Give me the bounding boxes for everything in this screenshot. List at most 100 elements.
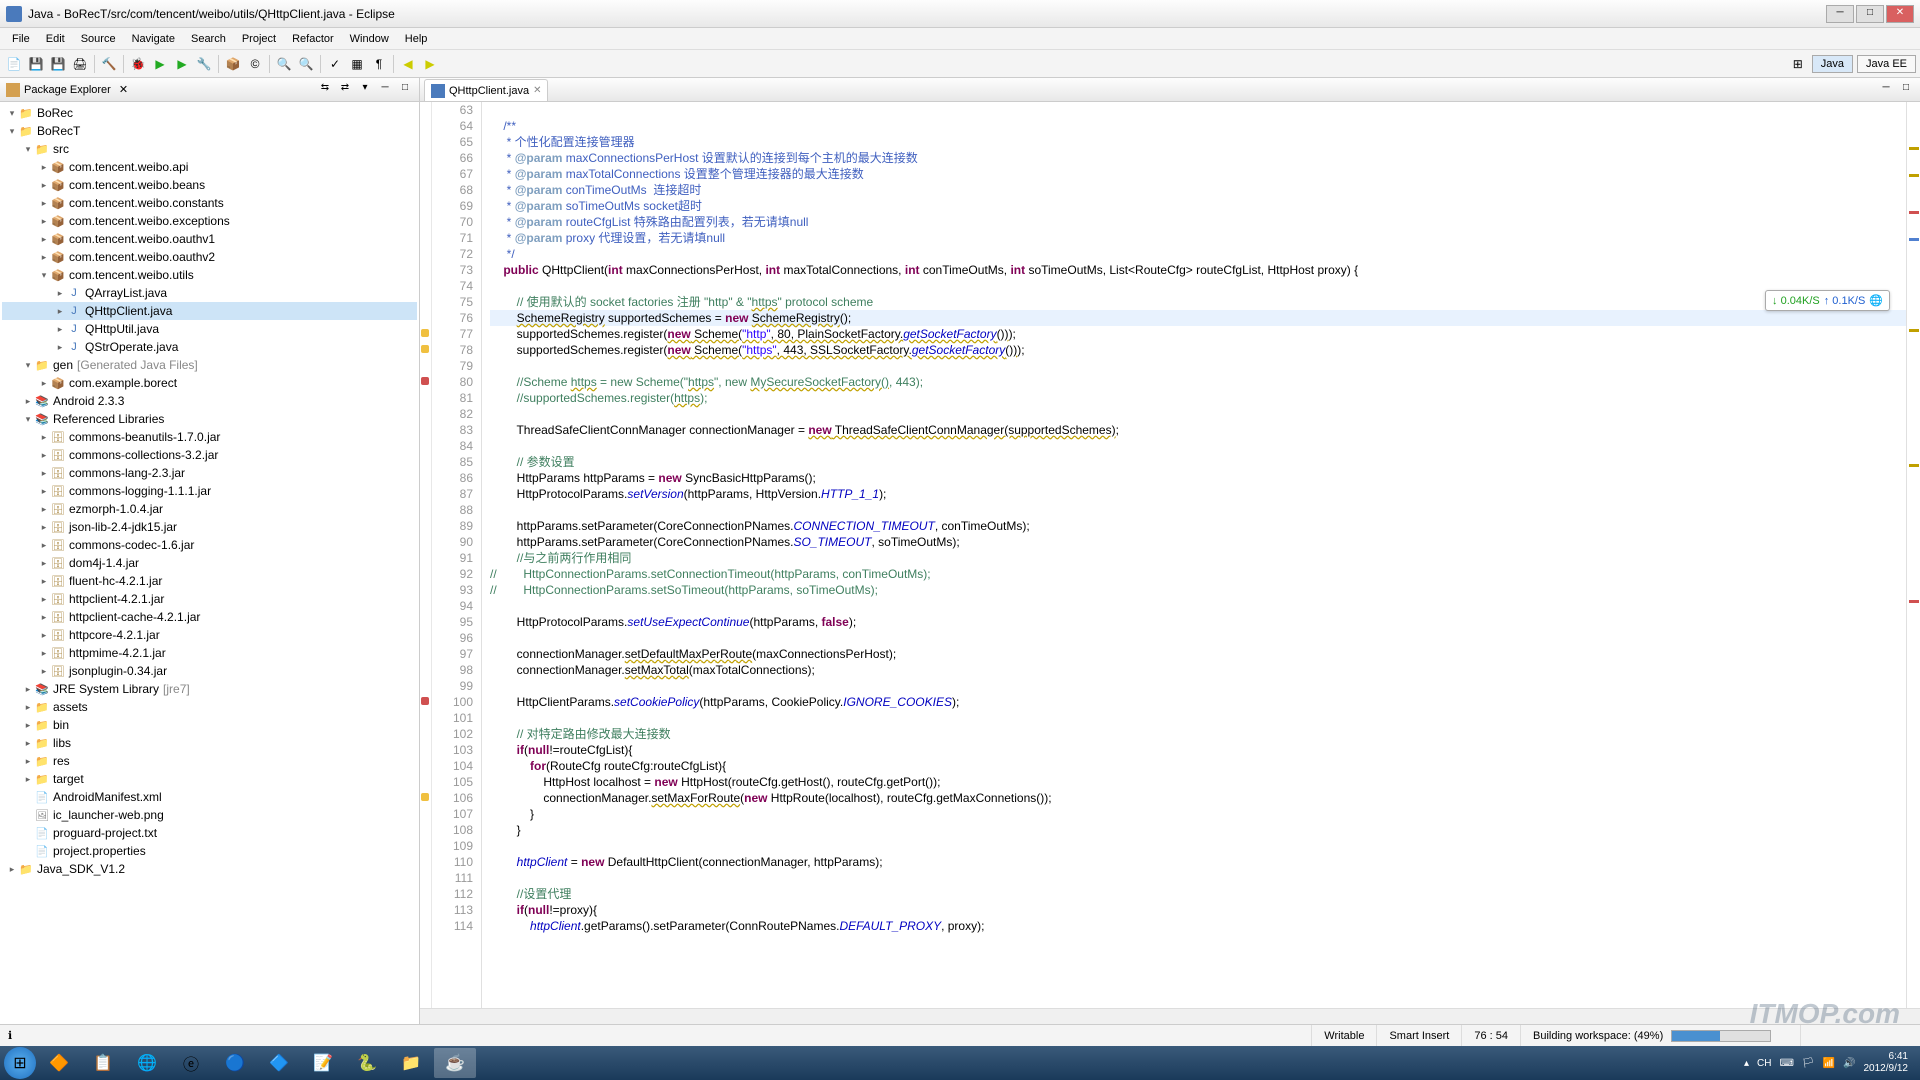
- run-last-button[interactable]: ▶: [172, 54, 192, 74]
- print-button[interactable]: 🖨: [70, 54, 90, 74]
- tree-item[interactable]: ▸🗄httpmime-4.2.1.jar: [2, 644, 417, 662]
- tree-item[interactable]: ▸📁Java_SDK_V1.2: [2, 860, 417, 878]
- tree-item[interactable]: ▸📁assets: [2, 698, 417, 716]
- tree-item[interactable]: ▸🗄httpclient-4.2.1.jar: [2, 590, 417, 608]
- tree-item[interactable]: ▸🗄ezmorph-1.0.4.jar: [2, 500, 417, 518]
- tray-volume-icon[interactable]: 🔊: [1843, 1058, 1855, 1069]
- menu-edit[interactable]: Edit: [38, 31, 73, 47]
- tree-item[interactable]: ▸🗄commons-codec-1.6.jar: [2, 536, 417, 554]
- tree-item[interactable]: 🖼ic_launcher-web.png: [2, 806, 417, 824]
- forward-button[interactable]: ▶: [420, 54, 440, 74]
- tray-keyboard-icon[interactable]: ⌨: [1779, 1058, 1793, 1069]
- menu-search[interactable]: Search: [183, 31, 234, 47]
- network-monitor-widget[interactable]: ↓ 0.04K/S ↑ 0.1K/S 🌐: [1765, 290, 1890, 311]
- tray-show-hidden-icon[interactable]: ▴: [1744, 1058, 1749, 1069]
- minimize-button[interactable]: ─: [1826, 5, 1854, 23]
- external-tools-button[interactable]: 🔧: [194, 54, 214, 74]
- editor-minimize-button[interactable]: ─: [1878, 82, 1894, 98]
- maximize-view-button[interactable]: □: [397, 82, 413, 98]
- tree-item[interactable]: ▸🗄jsonplugin-0.34.jar: [2, 662, 417, 680]
- open-perspective-button[interactable]: ⊞: [1788, 54, 1808, 74]
- code-editor[interactable]: 6364656667686970717273747576777879808182…: [420, 102, 1920, 1008]
- tree-item[interactable]: ▸JQHttpUtil.java: [2, 320, 417, 338]
- back-button[interactable]: ◀: [398, 54, 418, 74]
- save-button[interactable]: 💾: [26, 54, 46, 74]
- save-all-button[interactable]: 💾: [48, 54, 68, 74]
- tree-item[interactable]: ▸🗄httpcore-4.2.1.jar: [2, 626, 417, 644]
- start-button[interactable]: ⊞: [4, 1047, 36, 1079]
- horizontal-scrollbar[interactable]: [420, 1008, 1920, 1024]
- search-button[interactable]: 🔍: [296, 54, 316, 74]
- view-close-icon[interactable]: ✕: [119, 83, 128, 96]
- editor-maximize-button[interactable]: □: [1898, 82, 1914, 98]
- new-class-button[interactable]: ©: [245, 54, 265, 74]
- close-button[interactable]: ✕: [1886, 5, 1914, 23]
- link-editor-button[interactable]: ⇄: [337, 82, 353, 98]
- tray-network-icon[interactable]: 📶: [1823, 1058, 1835, 1069]
- menu-help[interactable]: Help: [397, 31, 436, 47]
- tree-item[interactable]: ▸🗄commons-logging-1.1.1.jar: [2, 482, 417, 500]
- debug-button[interactable]: 🐞: [128, 54, 148, 74]
- menu-project[interactable]: Project: [234, 31, 284, 47]
- taskbar-app-1[interactable]: 🔶: [38, 1048, 80, 1078]
- taskbar-notepad[interactable]: 📝: [302, 1048, 344, 1078]
- tree-item[interactable]: ▸📚JRE System Library[jre7]: [2, 680, 417, 698]
- perspective-javaee[interactable]: Java EE: [1857, 55, 1916, 73]
- tree-item[interactable]: ▸📦com.tencent.weibo.beans: [2, 176, 417, 194]
- toggle-block-button[interactable]: ▦: [347, 54, 367, 74]
- tree-item[interactable]: ▸📦com.example.borect: [2, 374, 417, 392]
- line-gutter[interactable]: 6364656667686970717273747576777879808182…: [432, 102, 482, 1008]
- tree-item[interactable]: 📄project.properties: [2, 842, 417, 860]
- tree-item[interactable]: ▸📦com.tencent.weibo.constants: [2, 194, 417, 212]
- tree-item[interactable]: 📄proguard-project.txt: [2, 824, 417, 842]
- toggle-mark-button[interactable]: ✓: [325, 54, 345, 74]
- tree-item[interactable]: ▸📦com.tencent.weibo.oauthv2: [2, 248, 417, 266]
- menu-refactor[interactable]: Refactor: [284, 31, 342, 47]
- show-whitespace-button[interactable]: ¶: [369, 54, 389, 74]
- tree-item[interactable]: ▸🗄commons-beanutils-1.7.0.jar: [2, 428, 417, 446]
- tree-item[interactable]: ▸🗄dom4j-1.4.jar: [2, 554, 417, 572]
- tree-item[interactable]: 📄AndroidManifest.xml: [2, 788, 417, 806]
- tree-item[interactable]: ▾📦com.tencent.weibo.utils: [2, 266, 417, 284]
- new-package-button[interactable]: 📦: [223, 54, 243, 74]
- tray-lang-icon[interactable]: CH: [1757, 1058, 1771, 1069]
- tree-item[interactable]: ▸🗄httpclient-cache-4.2.1.jar: [2, 608, 417, 626]
- tree-item[interactable]: ▾📚Referenced Libraries: [2, 410, 417, 428]
- tree-item[interactable]: ▾📁gen[Generated Java Files]: [2, 356, 417, 374]
- tree-item[interactable]: ▸📁libs: [2, 734, 417, 752]
- minimize-view-button[interactable]: ─: [377, 82, 393, 98]
- tree-item[interactable]: ▸JQHttpClient.java: [2, 302, 417, 320]
- tree-item[interactable]: ▸JQArrayList.java: [2, 284, 417, 302]
- tree-item[interactable]: ▸📁res: [2, 752, 417, 770]
- run-button[interactable]: ▶: [150, 54, 170, 74]
- menu-file[interactable]: File: [4, 31, 38, 47]
- tree-item[interactable]: ▸📁target: [2, 770, 417, 788]
- perspective-java[interactable]: Java: [1812, 55, 1853, 73]
- tree-item[interactable]: ▸📦com.tencent.weibo.oauthv1: [2, 230, 417, 248]
- overview-ruler[interactable]: [1906, 102, 1920, 1008]
- taskbar-chrome[interactable]: 🌐: [126, 1048, 168, 1078]
- new-button[interactable]: 📄: [4, 54, 24, 74]
- tree-item[interactable]: ▸JQStrOperate.java: [2, 338, 417, 356]
- open-type-button[interactable]: 🔍: [274, 54, 294, 74]
- taskbar-app-3[interactable]: 🔵: [214, 1048, 256, 1078]
- taskbar-explorer[interactable]: 📁: [390, 1048, 432, 1078]
- tab-close-icon[interactable]: ✕: [533, 85, 541, 96]
- taskbar-ie[interactable]: ⓔ: [170, 1048, 212, 1078]
- menu-navigate[interactable]: Navigate: [124, 31, 183, 47]
- tree-item[interactable]: ▸📚Android 2.3.3: [2, 392, 417, 410]
- maximize-button[interactable]: □: [1856, 5, 1884, 23]
- package-tree[interactable]: ▾📁BoRec▾📁BoRecT▾📁src▸📦com.tencent.weibo.…: [0, 102, 419, 1024]
- menu-window[interactable]: Window: [342, 31, 397, 47]
- tree-item[interactable]: ▸📦com.tencent.weibo.api: [2, 158, 417, 176]
- taskbar-eclipse[interactable]: ☕: [434, 1048, 476, 1078]
- collapse-all-button[interactable]: ⇆: [317, 82, 333, 98]
- tree-item[interactable]: ▸🗄json-lib-2.4-jdk15.jar: [2, 518, 417, 536]
- tray-flag-icon[interactable]: 🏳: [1802, 1058, 1815, 1069]
- system-clock[interactable]: 6:41 2012/9/12: [1864, 1051, 1909, 1075]
- taskbar-python[interactable]: 🐍: [346, 1048, 388, 1078]
- tree-item[interactable]: ▸🗄commons-collections-3.2.jar: [2, 446, 417, 464]
- tree-item[interactable]: ▾📁BoRec: [2, 104, 417, 122]
- tree-item[interactable]: ▸🗄commons-lang-2.3.jar: [2, 464, 417, 482]
- menu-source[interactable]: Source: [73, 31, 124, 47]
